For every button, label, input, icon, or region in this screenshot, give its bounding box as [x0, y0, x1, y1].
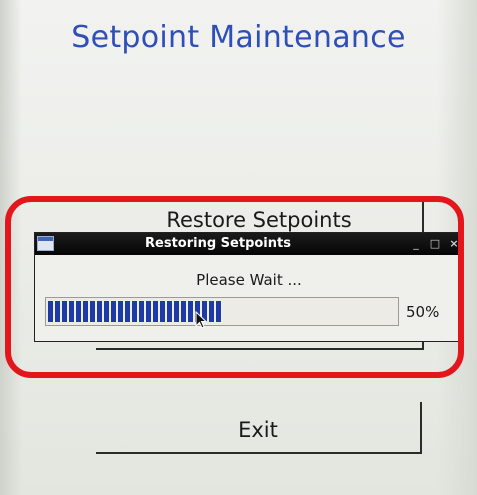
exit-button[interactable]: Exit [96, 402, 422, 454]
exit-label: Exit [238, 418, 278, 442]
red-highlight-outline [5, 196, 464, 378]
page-title: Setpoint Maintenance [71, 20, 406, 55]
